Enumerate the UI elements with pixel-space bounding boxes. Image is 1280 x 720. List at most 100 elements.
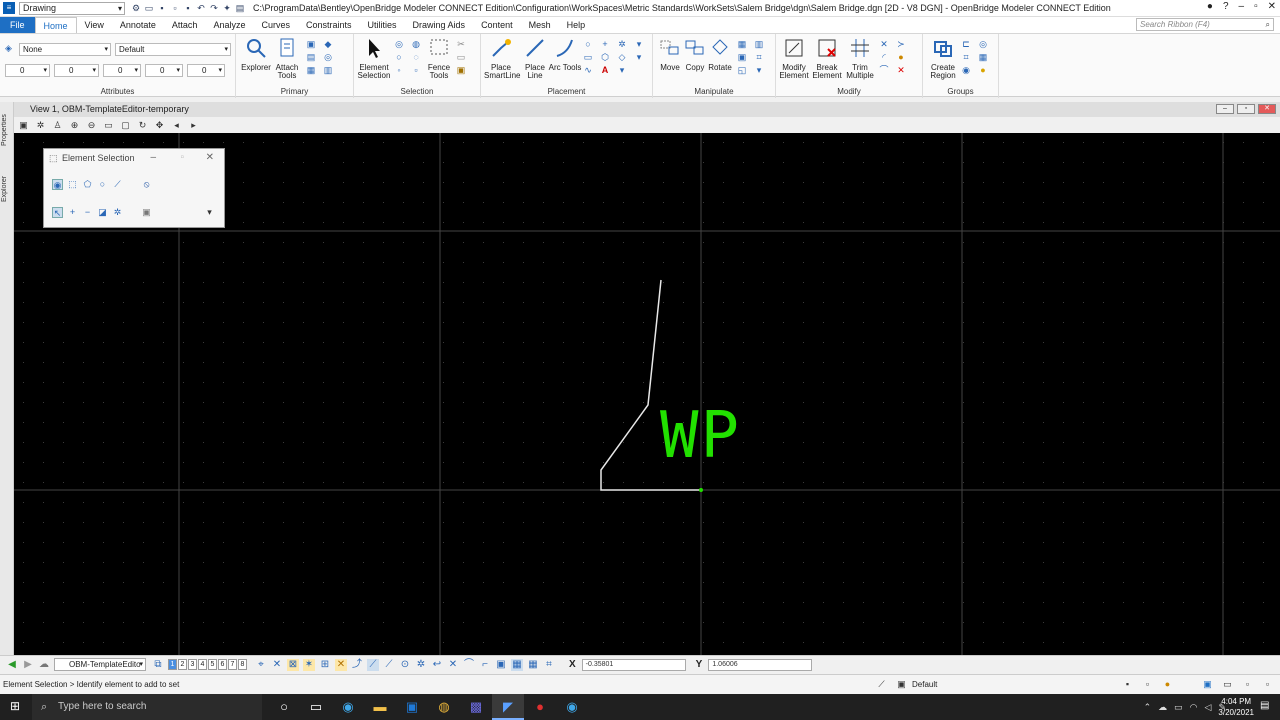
select-set-icon[interactable]: ◦ — [394, 65, 404, 75]
grid-toggle-icon[interactable]: ▦ — [511, 658, 523, 671]
file-explorer-icon[interactable]: ▬ — [364, 694, 396, 720]
save-as-icon[interactable]: ▫ — [170, 3, 180, 13]
grid-lock-icon[interactable]: ▦ — [527, 659, 539, 671]
view-button-5[interactable]: 5 — [208, 659, 217, 670]
forward-icon[interactable]: ▶ — [22, 659, 34, 671]
view-previous-icon[interactable]: ◂ — [171, 120, 182, 131]
lightbulb-status-icon[interactable]: ● — [1162, 679, 1173, 690]
network-icon[interactable]: ▭ — [1174, 694, 1183, 720]
view-restore-button[interactable]: ▫ — [1237, 104, 1255, 114]
cortana-icon[interactable]: ○ — [268, 694, 300, 720]
tab-drawing-aids[interactable]: Drawing Aids — [405, 17, 474, 33]
weight-combo[interactable]: 0 — [103, 64, 141, 77]
extend-icon[interactable]: ≻ — [896, 39, 906, 49]
array-icon[interactable]: ▦ — [737, 39, 747, 49]
print-icon[interactable]: ▤ — [235, 3, 245, 13]
onedrive-icon[interactable]: ☁ — [1158, 694, 1167, 720]
references-icon[interactable]: ▤ — [306, 52, 316, 62]
snap-center-icon[interactable]: ⤴ — [351, 659, 363, 671]
circle-icon[interactable]: ○ — [583, 39, 593, 49]
close-button[interactable]: ✕ — [1268, 1, 1276, 12]
notification-status-icon[interactable]: ▫ — [1262, 679, 1273, 690]
block-method-icon[interactable]: ⬚ — [67, 179, 78, 190]
place-smartline-button[interactable]: Place SmartLine — [484, 37, 520, 80]
teams-icon[interactable]: ▩ — [460, 694, 492, 720]
stretch-icon[interactable]: ◱ — [737, 65, 747, 75]
curve-icon[interactable]: ∿ — [583, 65, 593, 75]
explorer-button[interactable]: Explorer — [239, 37, 273, 72]
pattern-icon[interactable]: ✲ — [617, 39, 627, 49]
arc-tools-button[interactable]: Arc Tools — [548, 37, 582, 72]
group-icon[interactable]: ⊏ — [961, 39, 971, 49]
modify-element-button[interactable]: Modify Element — [777, 37, 811, 80]
view-next-icon[interactable]: ▸ — [188, 120, 199, 131]
tab-analyze[interactable]: Analyze — [205, 17, 253, 33]
ribbon-search-input[interactable]: Search Ribbon (F4) ⌕ — [1136, 18, 1274, 31]
cut-icon[interactable]: ✂ — [456, 39, 466, 49]
select-similar-icon[interactable]: ○ — [394, 52, 404, 62]
fence-tools-button[interactable]: Fence Tools — [422, 37, 456, 80]
pan-view-icon[interactable]: ✥ — [154, 120, 165, 131]
window-area-icon[interactable]: ▭ — [103, 120, 114, 131]
shape-method-icon[interactable]: ⬠ — [82, 179, 93, 190]
intersect-icon[interactable]: ✕ — [879, 39, 889, 49]
polygon-icon[interactable]: ⬡ — [600, 52, 610, 62]
fit-view-icon[interactable]: ▢ — [120, 120, 131, 131]
dialog-minimize-button[interactable]: – — [150, 149, 156, 167]
snap-through-icon[interactable]: ✕ — [447, 659, 459, 671]
maximize-button[interactable]: ▫ — [1254, 1, 1258, 12]
wifi-icon[interactable]: ◠ — [1190, 694, 1198, 720]
scale-icon[interactable]: ▣ — [737, 52, 747, 62]
dialog-close-button[interactable]: ✕ — [206, 149, 214, 167]
invert-mode-icon[interactable]: ◪ — [97, 207, 108, 218]
model-status-icon[interactable]: ▣ — [1202, 679, 1213, 690]
cloud-status-icon[interactable]: ▭ — [1222, 679, 1233, 690]
trim-multiple-button[interactable]: Trim Multiple — [843, 37, 877, 80]
record-icon[interactable]: ● — [524, 694, 556, 720]
tab-home[interactable]: Home — [34, 17, 77, 33]
create-region-button[interactable]: Create Region — [926, 37, 960, 80]
view-button-4[interactable]: 4 — [198, 659, 207, 670]
shape-icon[interactable]: ◇ — [617, 52, 627, 62]
more-icon-2[interactable]: ▾ — [634, 52, 644, 62]
dock-tab-explorer[interactable]: Explorer — [1, 168, 13, 210]
point-icon[interactable]: + — [600, 39, 610, 49]
mirror-icon[interactable]: ▥ — [754, 39, 764, 49]
snap-keypoint-icon[interactable]: ⊠ — [287, 658, 299, 671]
settings-icon[interactable]: ⚙ — [131, 3, 141, 13]
chrome-icon[interactable]: ◍ — [428, 694, 460, 720]
model-combo[interactable]: OBM-TemplateEdito — [54, 658, 146, 671]
minimize-button[interactable]: – — [1239, 1, 1245, 12]
open-folder-icon[interactable]: ▭ — [144, 3, 154, 13]
rotate-button[interactable]: Rotate — [703, 37, 737, 72]
view-button-6[interactable]: 6 — [218, 659, 227, 670]
select-group-icon[interactable]: ◌ — [411, 52, 421, 62]
tab-annotate[interactable]: Annotate — [112, 17, 164, 33]
style-combo[interactable]: Default — [115, 43, 231, 56]
zoom-out-icon[interactable]: ⊖ — [86, 120, 97, 131]
circle-method-icon[interactable]: ○ — [97, 179, 108, 190]
line-method-icon[interactable]: ⟋ — [112, 179, 123, 190]
element-info-icon[interactable]: ⟋ — [876, 679, 887, 690]
task-view-icon[interactable]: ▭ — [300, 694, 332, 720]
place-line-button[interactable]: Place Line — [518, 37, 552, 80]
transparency-combo[interactable]: 0 — [145, 64, 183, 77]
select-by-icon[interactable]: ◍ — [411, 39, 421, 49]
y-value-field[interactable]: 1.06006 — [708, 658, 813, 671]
select-clear-icon[interactable]: ▫ — [411, 65, 421, 75]
dialog-maximize-button[interactable]: ▫ — [180, 149, 184, 167]
connection-status-icon[interactable]: ▫ — [1242, 679, 1253, 690]
save-icon[interactable]: ▪ — [157, 3, 167, 13]
tab-mesh[interactable]: Mesh — [521, 17, 559, 33]
view-attributes-icon[interactable]: ▣ — [18, 120, 29, 131]
add-mode-icon[interactable]: + — [67, 207, 78, 218]
openbridge-icon[interactable]: ◤ — [492, 694, 524, 720]
edge-icon[interactable]: ◉ — [332, 694, 364, 720]
linestyle-combo[interactable]: 0 — [54, 64, 99, 77]
redo-icon[interactable]: ↷ — [209, 3, 219, 13]
view-button-7[interactable]: 7 — [228, 659, 237, 670]
tab-help[interactable]: Help — [559, 17, 594, 33]
snap-nearest-icon[interactable]: ✶ — [303, 658, 315, 671]
accudraw-icon[interactable]: ✕ — [335, 658, 347, 671]
dialog-expand-icon[interactable]: ▾ — [204, 207, 215, 218]
